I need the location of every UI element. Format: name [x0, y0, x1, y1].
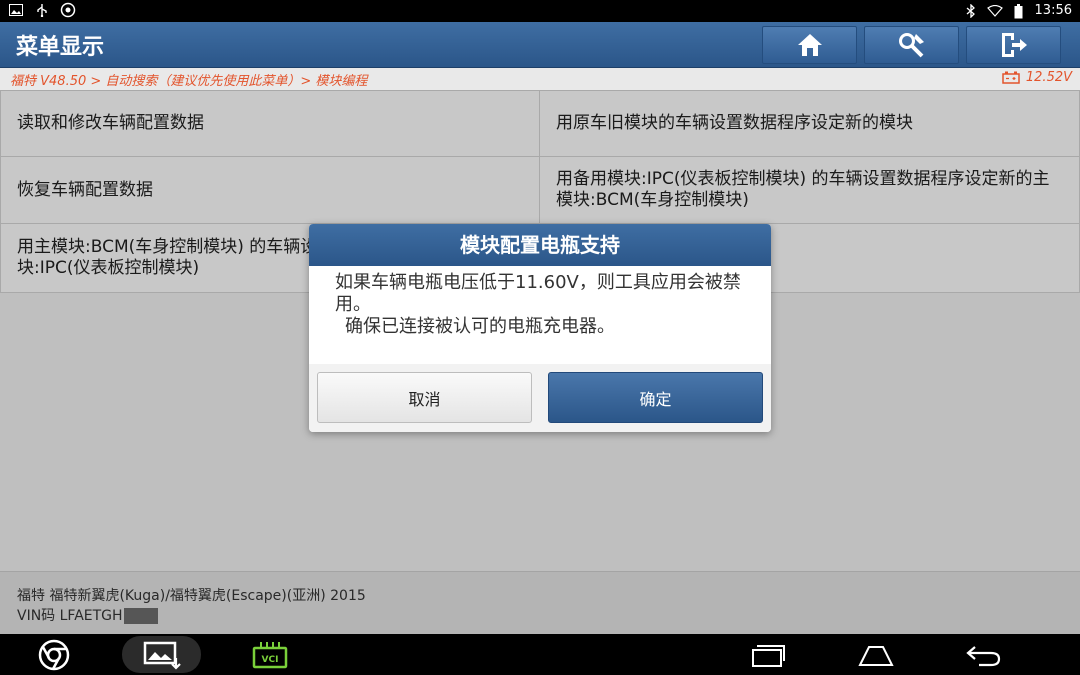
recent-apps-icon: [752, 644, 785, 667]
home-nav-button[interactable]: [856, 634, 896, 675]
bluetooth-icon: [963, 3, 979, 19]
cancel-button[interactable]: 取消: [317, 372, 532, 423]
clock: 13:56: [1034, 3, 1072, 18]
browser-icon: [38, 639, 70, 670]
battery-support-dialog: 模块配置电瓶支持 如果车辆电瓶电压低于11.60V，则工具应用会被禁用。 确保已…: [309, 224, 771, 432]
dialog-message-line1: 如果车辆电瓶电压低于11.60V，则工具应用会被禁用。: [335, 272, 741, 315]
back-button[interactable]: [962, 634, 1006, 675]
ok-button[interactable]: 确定: [548, 372, 763, 423]
wifi-icon: [986, 3, 1003, 19]
browser-button[interactable]: [34, 634, 74, 675]
battery-icon: [1011, 3, 1027, 19]
back-icon: [966, 645, 1001, 666]
usb-icon: [34, 2, 50, 18]
home-nav-icon: [858, 645, 894, 666]
home-button[interactable]: [762, 26, 857, 64]
settings-icon: [60, 2, 76, 18]
exit-icon: [1001, 33, 1027, 57]
dialog-message-line2: 确保已连接被认可的电瓶充电器。: [345, 316, 615, 337]
dialog-message: 如果车辆电瓶电压低于11.60V，则工具应用会被禁用。 确保已连接被认可的电瓶充…: [309, 266, 771, 364]
status-bar: 13:56: [0, 0, 1080, 22]
breadcrumb-bar: 福特 V48.50 > 自动搜索（建议优先使用此菜单）> 模块编程 12.52V: [0, 68, 1080, 90]
battery-voltage: 12.52V: [1002, 70, 1072, 85]
navigation-bar: VCI: [0, 634, 1080, 675]
dialog-footer: 取消 确定: [309, 364, 771, 432]
title-bar: 菜单显示: [0, 22, 1080, 68]
home-icon: [797, 34, 822, 56]
diagnose-tool-icon: [898, 33, 924, 58]
screenshot-icon: [143, 641, 181, 670]
diagnose-tool-button[interactable]: [864, 26, 959, 64]
vci-label: VCI: [262, 655, 279, 665]
voltage-value: 12.52V: [1025, 70, 1072, 85]
breadcrumb: 福特 V48.50 > 自动搜索（建议优先使用此菜单）> 模块编程: [10, 74, 368, 89]
gallery-icon: [8, 2, 24, 18]
screenshot-button[interactable]: [140, 634, 184, 675]
car-battery-icon: [1002, 71, 1020, 84]
page-title: 菜单显示: [16, 35, 105, 60]
vci-button[interactable]: VCI: [250, 634, 290, 675]
exit-button[interactable]: [966, 26, 1061, 64]
recent-apps-button[interactable]: [748, 634, 788, 675]
dialog-title: 模块配置电瓶支持: [309, 224, 771, 266]
vci-icon: VCI: [252, 641, 288, 668]
